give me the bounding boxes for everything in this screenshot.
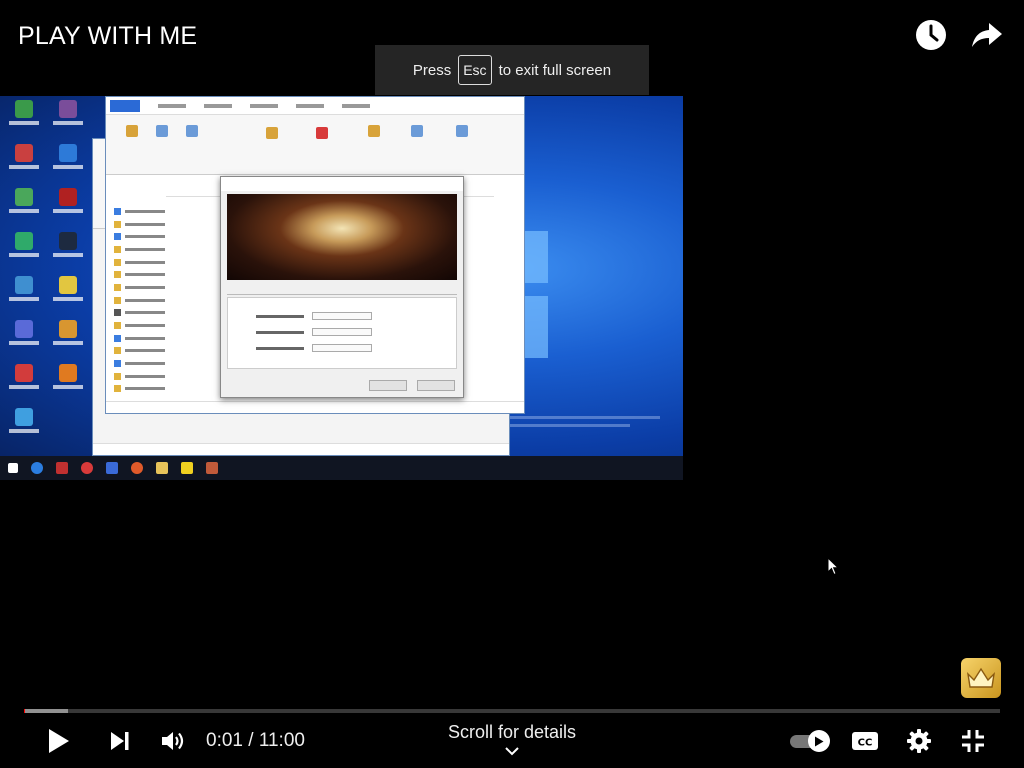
play-button[interactable] (42, 724, 74, 758)
status-bar (106, 401, 524, 413)
cc-icon: CC (852, 732, 878, 750)
share-button[interactable] (970, 18, 1004, 52)
desktop-icon (48, 364, 88, 402)
play-icon (815, 736, 824, 746)
scroll-for-details[interactable]: Scroll for details (412, 722, 612, 743)
mouse-cursor-icon (827, 557, 839, 576)
current-time: 0:01 (206, 730, 243, 751)
desktop-icon (4, 276, 44, 314)
desktop-icon (4, 320, 44, 358)
desktop-icon (4, 100, 44, 138)
desktop-icon (48, 276, 88, 314)
volume-icon (162, 732, 184, 750)
desktop-icon (48, 232, 88, 270)
top-actions (914, 18, 1004, 52)
desktop-icon (4, 408, 44, 446)
exit-fullscreen-icon (962, 730, 984, 752)
video-title: PLAY WITH ME (18, 22, 198, 50)
desktop-icon (4, 232, 44, 270)
played-bar (24, 709, 26, 713)
time-display: 0:01 / 11:00 (206, 730, 305, 752)
navigation-pane (114, 205, 194, 395)
play-icon (49, 729, 69, 753)
esc-key-label: Esc (458, 55, 492, 85)
settings-button[interactable] (902, 724, 936, 758)
clock-icon (916, 20, 946, 50)
crown-badge-icon (966, 667, 996, 688)
desktop-icon (48, 320, 88, 358)
volume-button[interactable] (156, 724, 190, 758)
gear-icon (907, 729, 931, 753)
ribbon (106, 115, 524, 175)
desktop-icon (4, 364, 44, 402)
autoplay-knob (808, 730, 830, 752)
exit-fullscreen-button[interactable] (956, 724, 990, 758)
progress-bar[interactable] (24, 709, 1000, 713)
captions-button[interactable]: CC (848, 724, 882, 758)
duration: 11:00 (258, 730, 305, 751)
chevron-down-icon (505, 747, 519, 756)
ribbon-tabs (106, 97, 524, 115)
desktop-icon (48, 100, 88, 138)
buffered-bar (24, 709, 68, 713)
watch-later-button[interactable] (914, 18, 948, 52)
desktop-icon (4, 144, 44, 182)
exit-fullscreen-toast: Press Esc to exit full screen (375, 45, 649, 95)
desktop-icon (48, 188, 88, 226)
desktop-icons (4, 100, 90, 446)
toast-suffix: to exit full screen (498, 61, 612, 79)
activation-watermark (510, 416, 660, 434)
windows-taskbar (0, 456, 683, 480)
next-track-icon (111, 732, 129, 750)
game-banner-art (227, 194, 457, 280)
desktop-icon (48, 144, 88, 182)
share-arrow-icon (972, 23, 1002, 47)
video-frame[interactable] (0, 96, 683, 480)
next-button[interactable] (104, 724, 136, 758)
game-config-dialog (220, 176, 464, 398)
autoplay-toggle[interactable] (788, 730, 832, 752)
toast-prefix: Press (412, 61, 452, 79)
channel-badge[interactable] (961, 658, 1001, 698)
svg-text:CC: CC (858, 738, 873, 749)
time-separator: / (248, 730, 254, 751)
desktop-icon (4, 188, 44, 226)
